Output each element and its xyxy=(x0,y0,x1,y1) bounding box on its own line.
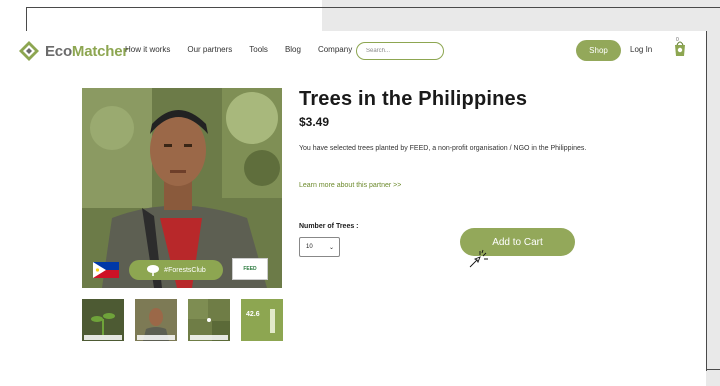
nav-blog[interactable]: Blog xyxy=(285,45,301,54)
partner-badge: FEED xyxy=(232,258,268,280)
site-header: EcoMatcher How it works Our partners Too… xyxy=(10,31,706,71)
logo[interactable]: EcoMatcher xyxy=(18,40,128,62)
cart-icon[interactable] xyxy=(673,39,687,57)
login-link[interactable]: Log In xyxy=(630,45,652,54)
stat-value: 42.6 xyxy=(246,311,260,318)
click-cursor-icon xyxy=(469,249,488,268)
main-nav: How it works Our partners Tools Blog Com… xyxy=(125,45,369,54)
forests-club-tag[interactable]: #ForestsClub xyxy=(129,260,223,280)
aerial-map xyxy=(188,299,230,341)
stat-bar xyxy=(270,309,275,333)
product-price: $3.49 xyxy=(299,115,330,129)
thumbnail-strip: 42.6 xyxy=(82,299,294,341)
frame-line xyxy=(26,7,27,31)
logo-text: EcoMatcher xyxy=(45,42,129,60)
thumbnail-seedling[interactable] xyxy=(82,299,124,341)
nav-how-it-works[interactable]: How it works xyxy=(125,45,170,54)
nav-company[interactable]: Company xyxy=(318,45,352,54)
search-input[interactable] xyxy=(356,42,444,60)
nav-tools[interactable]: Tools xyxy=(249,45,268,54)
quantity-select[interactable]: 10 ⌄ xyxy=(299,237,340,257)
chevron-down-icon: ⌄ xyxy=(328,245,334,251)
partner-badge-label: FEED xyxy=(243,266,257,272)
frame-line xyxy=(26,7,720,8)
philippines-flag-icon xyxy=(93,262,119,278)
forests-club-label: #ForestsClub xyxy=(164,266,206,274)
product-main-image[interactable]: #ForestsClub FEED xyxy=(82,88,282,288)
tree-icon xyxy=(147,265,160,276)
person-photo xyxy=(135,299,177,341)
quantity-value: 10 xyxy=(306,244,313,250)
ecomatcher-logo-icon xyxy=(19,41,39,61)
shop-button[interactable]: Shop xyxy=(576,40,621,61)
thumbnail-map[interactable] xyxy=(188,299,230,341)
nav-our-partners[interactable]: Our partners xyxy=(187,45,232,54)
product-page: EcoMatcher How it works Our partners Too… xyxy=(10,31,706,386)
quantity-label: Number of Trees : xyxy=(299,223,359,230)
product-title: Trees in the Philippines xyxy=(299,88,528,110)
seedling-photo xyxy=(82,299,124,341)
thumbnail-stats[interactable]: 42.6 xyxy=(241,299,283,341)
frame-line xyxy=(706,369,720,370)
learn-more-link[interactable]: Learn more about this partner >> xyxy=(299,182,401,189)
product-description: You have selected trees planted by FEED,… xyxy=(299,145,587,152)
thumbnail-person[interactable] xyxy=(135,299,177,341)
frame-line xyxy=(706,31,707,371)
